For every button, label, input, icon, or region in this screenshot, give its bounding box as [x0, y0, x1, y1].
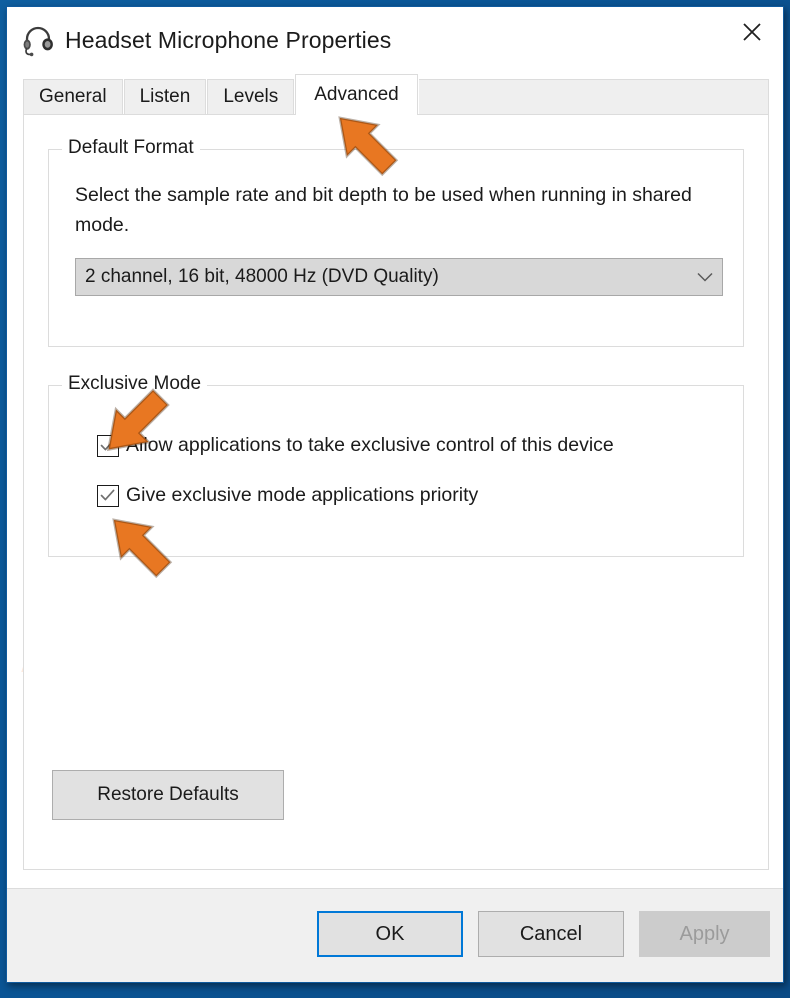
checkbox-allow-exclusive-control[interactable] — [97, 434, 119, 457]
default-format-selected-value: 2 channel, 16 bit, 48000 Hz (DVD Quality… — [85, 266, 439, 287]
apply-button: Apply — [639, 911, 770, 957]
ok-button[interactable]: OK — [317, 911, 463, 957]
close-button[interactable] — [721, 7, 783, 57]
default-format-description: Select the sample rate and bit depth to … — [75, 184, 692, 236]
tab-listen[interactable]: Listen — [123, 79, 207, 114]
checkbox-row-exclusive-priority[interactable]: Give exclusive mode applications priorit… — [97, 484, 478, 507]
headset-icon — [23, 26, 53, 57]
tab-panel-advanced: Default Format Select the sample rate an… — [23, 114, 769, 870]
checkmark-icon — [100, 489, 115, 500]
properties-dialog: PC risk.com Headset Microphone Propertie… — [6, 6, 784, 983]
tab-strip-filler — [418, 79, 769, 114]
checkbox-label: Give exclusive mode applications priorit… — [126, 484, 479, 506]
group-exclusive-mode: Exclusive Mode Allow applications to tak… — [48, 373, 744, 557]
tab-label: Advanced — [314, 84, 399, 105]
checkbox-exclusive-priority[interactable] — [97, 484, 119, 507]
tab-label: Listen — [139, 86, 191, 107]
checkbox-label: Allow applications to take exclusive con… — [126, 434, 614, 456]
group-exclusive-mode-title: Exclusive Mode — [62, 373, 208, 395]
default-format-combobox[interactable]: 2 channel, 16 bit, 48000 Hz (DVD Quality… — [75, 258, 723, 296]
checkmark-icon — [100, 439, 115, 450]
cancel-button[interactable]: Cancel — [478, 911, 624, 957]
tab-advanced[interactable]: Advanced — [295, 74, 418, 115]
tab-strip: General Listen Levels Advanced — [23, 73, 769, 115]
dialog-footer: OK Cancel Apply — [7, 888, 783, 982]
restore-defaults-button[interactable]: Restore Defaults — [52, 770, 284, 820]
close-icon — [743, 23, 761, 41]
tab-levels[interactable]: Levels — [207, 79, 295, 114]
tab-general[interactable]: General — [23, 79, 123, 114]
page-title: Headset Microphone Properties — [65, 26, 392, 53]
group-default-format-title: Default Format — [62, 137, 200, 159]
checkbox-row-allow-exclusive-control[interactable]: Allow applications to take exclusive con… — [97, 434, 614, 457]
group-default-format: Default Format Select the sample rate an… — [48, 137, 744, 347]
tab-label: General — [39, 86, 107, 107]
title-bar: Headset Microphone Properties — [7, 7, 783, 73]
chevron-down-icon — [688, 272, 722, 283]
tab-label: Levels — [223, 86, 279, 107]
